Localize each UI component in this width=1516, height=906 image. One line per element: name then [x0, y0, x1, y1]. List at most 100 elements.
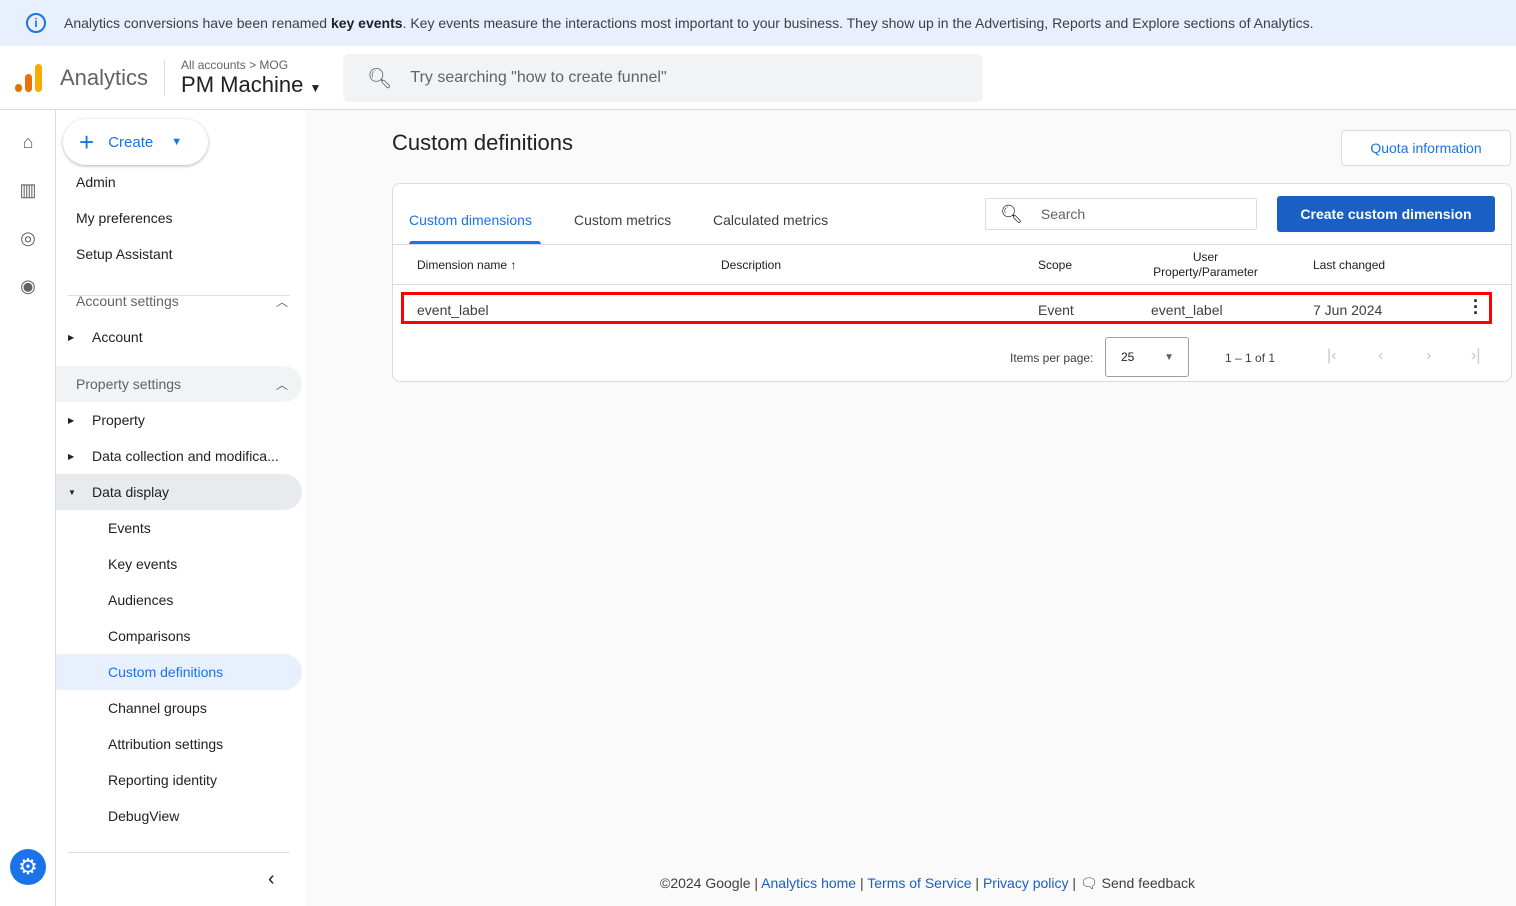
column-last-changed: Last changed: [1313, 258, 1386, 272]
tab-calculated-metrics[interactable]: Calculated metrics: [713, 212, 828, 228]
tab-custom-dimensions[interactable]: Custom dimensions: [409, 212, 532, 228]
sidebar-item-label: Property settings: [76, 376, 182, 392]
items-per-page-select[interactable]: 25 ▼: [1105, 337, 1189, 377]
last-changed: 7 Jun 2024: [1313, 302, 1383, 318]
chevron-down-icon: ▼: [171, 136, 183, 148]
analytics-home-link[interactable]: Analytics home: [761, 875, 856, 891]
home-icon[interactable]: ⌂: [18, 132, 38, 152]
tab-custom-metrics[interactable]: Custom metrics: [574, 212, 671, 228]
table-search-input[interactable]: 🔍︎ Search: [985, 198, 1257, 230]
search-icon: 🔍︎: [367, 67, 393, 90]
sidebar-item-label: My preferences: [76, 210, 173, 226]
divider: [164, 59, 166, 96]
sidebar-item-data-collection-and-modifica[interactable]: ▶ Data collection and modifica...: [56, 438, 302, 474]
parameter: event_label: [1151, 302, 1223, 318]
next-page-icon[interactable]: ›: [1426, 347, 1431, 365]
collapse-sidebar-icon[interactable]: ‹: [268, 868, 275, 891]
sidebar-item-label: Comparisons: [108, 628, 191, 644]
send-feedback-link[interactable]: Send feedback: [1102, 875, 1195, 891]
sidebar-item-setup-assistant[interactable]: Setup Assistant: [56, 236, 302, 272]
caret-right-icon: ▶: [68, 332, 75, 342]
page-range: 1 – 1 of 1: [1225, 351, 1276, 365]
sort-ascending-icon: ↑: [510, 258, 517, 272]
reports-icon[interactable]: ▥: [18, 180, 38, 200]
scope: Event: [1038, 302, 1074, 318]
account-picker[interactable]: All accounts > MOG PM Machine ▼: [181, 58, 321, 98]
first-page-icon[interactable]: |‹: [1327, 347, 1336, 365]
caret-right-icon: ▶: [68, 451, 75, 461]
analytics-logo-icon[interactable]: [15, 63, 42, 92]
app-name: Analytics: [60, 64, 149, 90]
divider: [68, 852, 290, 853]
previous-page-icon[interactable]: ‹: [1378, 347, 1383, 365]
sidebar-item-label: Key events: [108, 556, 178, 572]
column-dimension-name[interactable]: Dimension name ↑: [417, 258, 516, 272]
chevron-down-icon: ▼: [309, 80, 322, 95]
search-icon: 🔍︎: [1000, 203, 1023, 224]
advertising-icon[interactable]: ◉: [18, 276, 38, 296]
column-user-property: User Property/Parameter: [1153, 250, 1258, 279]
sidebar-item-label: Reporting identity: [108, 772, 217, 788]
sidebar-item-admin[interactable]: Admin: [56, 164, 302, 200]
sidebar-item-my-preferences[interactable]: My preferences: [56, 200, 302, 236]
footer: ©2024 Google | Analytics home | Terms of…: [660, 875, 1196, 891]
caret-down-icon: ▼: [68, 487, 76, 497]
sidebar-item-property[interactable]: ▶ Property: [56, 402, 302, 438]
sidebar-item-label: Channel groups: [108, 700, 207, 716]
create-custom-dimension-button[interactable]: Create custom dimension: [1277, 196, 1495, 232]
items-per-page-value: 25: [1121, 350, 1135, 364]
sidebar-item-property-settings[interactable]: Property settings ︿: [56, 366, 302, 402]
nav-rail: ⌂ ▥ ◎ ◉: [0, 110, 56, 906]
sidebar-item-label: Account: [92, 329, 143, 345]
explore-icon[interactable]: ◎: [18, 228, 38, 248]
definitions-card: Custom dimensions Custom metrics Calcula…: [392, 183, 1512, 382]
info-icon: i: [26, 13, 46, 33]
items-per-page-label: Items per page:: [1010, 351, 1094, 365]
table-row[interactable]: event_label Event event_label 7 Jun 2024…: [401, 292, 1492, 324]
plus-icon: +: [79, 126, 95, 157]
terms-link[interactable]: Terms of Service: [867, 875, 971, 891]
admin-sidebar: + Create ▼ Admin My preferences Setup Assist…: [56, 110, 306, 906]
dimension-name: event_label: [417, 302, 489, 318]
sidebar-item-channel-groups[interactable]: Channel groups: [56, 690, 302, 726]
create-label: Create: [108, 133, 154, 151]
last-page-icon[interactable]: ›|: [1471, 347, 1480, 365]
sidebar-item-reporting-identity[interactable]: Reporting identity: [56, 762, 302, 798]
column-scope: Scope: [1038, 258, 1073, 272]
property-name: PM Machine: [181, 71, 304, 97]
sidebar-item-label: Account settings: [76, 293, 179, 309]
page-title: Custom definitions: [392, 130, 573, 155]
feedback-icon: 🗨︎: [1079, 875, 1098, 891]
quota-information-button[interactable]: Quota information: [1341, 130, 1511, 166]
sidebar-item-account-settings[interactable]: Account settings ︿: [56, 283, 302, 319]
sidebar-item-label: Data collection and modifica...: [92, 448, 279, 464]
sidebar-item-data-display[interactable]: ▼ Data display: [56, 474, 302, 510]
chevron-up-icon: ︿: [275, 377, 288, 392]
search-placeholder: Search: [1040, 206, 1086, 222]
more-vert-icon[interactable]: · · ·: [1473, 292, 1479, 322]
sidebar-item-audiences[interactable]: Audiences: [56, 582, 302, 618]
sidebar-item-attribution-settings[interactable]: Attribution settings: [56, 726, 302, 762]
column-description: Description: [721, 258, 782, 272]
info-banner: i Analytics conversions have been rename…: [0, 0, 1516, 46]
privacy-link[interactable]: Privacy policy: [983, 875, 1069, 891]
account-breadcrumb: All accounts > MOG: [181, 57, 289, 72]
sidebar-item-debugview[interactable]: DebugView: [56, 798, 302, 834]
table-header: Dimension name ↑ Description Scope User …: [393, 244, 1511, 285]
global-search[interactable]: 🔍︎ Try searching "how to create funnel": [343, 54, 983, 102]
sidebar-item-label: Data display: [92, 484, 170, 500]
sidebar-item-events[interactable]: Events: [56, 510, 302, 546]
caret-right-icon: ▶: [68, 415, 75, 425]
sidebar-item-key-events[interactable]: Key events: [56, 546, 302, 582]
sidebar-item-label: Setup Assistant: [76, 246, 173, 262]
sidebar-item-label: Property: [92, 412, 145, 428]
sidebar-item-label: DebugView: [108, 808, 180, 824]
sidebar-item-comparisons[interactable]: Comparisons: [56, 618, 302, 654]
sidebar-item-custom-definitions[interactable]: Custom definitions: [56, 654, 302, 690]
admin-gear-icon[interactable]: ⚙: [10, 849, 46, 885]
sidebar-item-label: Custom definitions: [108, 664, 224, 680]
chevron-down-icon: ▼: [1164, 351, 1174, 363]
create-button[interactable]: + Create ▼: [63, 119, 208, 165]
sidebar-item-account[interactable]: ▶ Account: [56, 319, 302, 355]
sidebar-item-label: Audiences: [108, 592, 174, 608]
